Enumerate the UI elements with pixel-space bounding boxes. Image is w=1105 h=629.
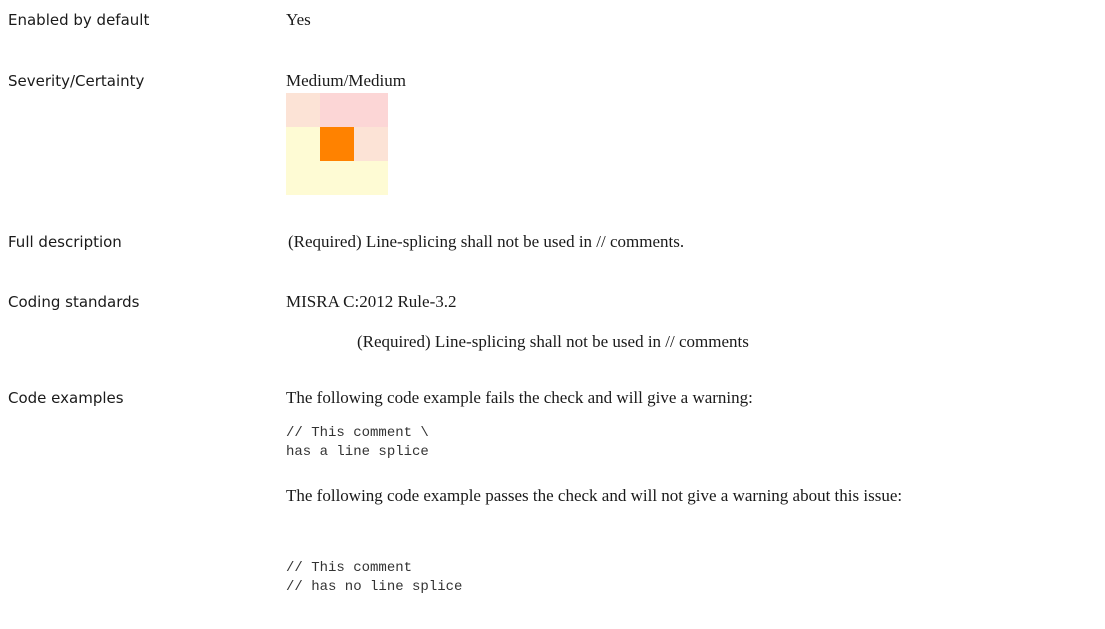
- full-description-value: (Required) Line-splicing shall not be us…: [288, 232, 685, 251]
- coding-standard-rule-text: (Required) Line-splicing shall not be us…: [357, 332, 749, 351]
- matrix-cell: [286, 93, 320, 127]
- fail-example-intro: The following code example fails the che…: [286, 388, 753, 407]
- coding-standards-label: Coding standards: [8, 293, 140, 311]
- coding-standard-rule: MISRA C:2012 Rule-3.2: [286, 292, 457, 311]
- severity-certainty-value: Medium/Medium: [286, 71, 406, 90]
- matrix-cell: [286, 127, 320, 161]
- matrix-cell: [286, 161, 320, 195]
- matrix-cell: [320, 161, 354, 195]
- pass-code-example: // This comment // has no line splice: [286, 560, 463, 595]
- enabled-by-default-value: Yes: [286, 10, 311, 29]
- matrix-cell-selected: [320, 127, 354, 161]
- severity-certainty-label: Severity/Certainty: [8, 72, 145, 90]
- matrix-cell: [354, 93, 388, 127]
- matrix-cell: [354, 127, 388, 161]
- fail-code-example: // This comment \ has a line splice: [286, 425, 429, 460]
- enabled-by-default-label: Enabled by default: [8, 11, 150, 29]
- severity-certainty-matrix: [286, 93, 388, 195]
- code-examples-label: Code examples: [8, 389, 124, 407]
- matrix-cell: [354, 161, 388, 195]
- matrix-cell: [320, 93, 354, 127]
- full-description-label: Full description: [8, 233, 122, 251]
- pass-example-intro: The following code example passes the ch…: [286, 486, 903, 505]
